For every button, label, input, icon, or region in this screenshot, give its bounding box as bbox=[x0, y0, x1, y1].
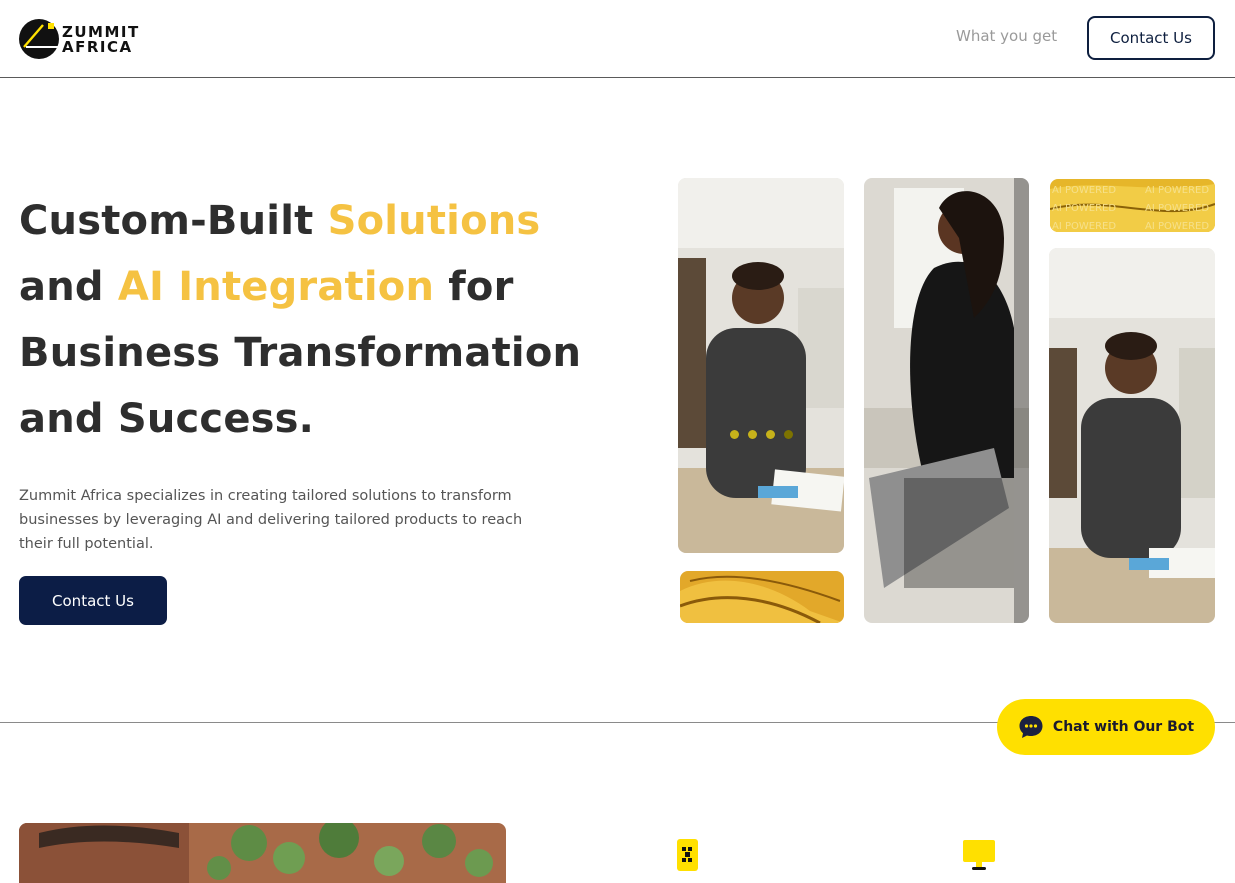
zummit-logo-icon bbox=[19, 19, 59, 59]
hero-title: Custom-Built Solutions and AI Integratio… bbox=[19, 188, 619, 452]
hero-contact-button[interactable]: Contact Us bbox=[19, 576, 167, 625]
nav-what-you-get[interactable]: What you get bbox=[956, 27, 1057, 45]
ai-powered-overlay-text: AI POWERED bbox=[1145, 185, 1209, 196]
carousel-dot[interactable] bbox=[748, 430, 757, 439]
title-highlight-solutions: Solutions bbox=[327, 198, 541, 244]
ai-powered-overlay-text: AI POWERED bbox=[1052, 203, 1116, 214]
carousel-dot[interactable] bbox=[766, 430, 775, 439]
feature-icon-phone bbox=[677, 839, 698, 875]
carousel-dot-active[interactable] bbox=[784, 430, 793, 439]
title-part: and bbox=[19, 264, 118, 310]
logo-line-2: AFRICA bbox=[62, 38, 133, 56]
chat-bot-label: Chat with Our Bot bbox=[1052, 719, 1195, 735]
title-highlight-ai: AI Integration bbox=[117, 264, 435, 310]
title-part: and Success. bbox=[19, 396, 315, 442]
hero-image-man-writing-2 bbox=[1049, 248, 1215, 623]
chat-bubble-icon bbox=[1019, 716, 1043, 738]
hero-image-man-writing bbox=[678, 178, 844, 553]
zummit-logo[interactable]: ZUMMIT AFRICA bbox=[18, 17, 142, 61]
title-part: Custom-Built bbox=[19, 198, 328, 244]
hero-image-woman-laptop bbox=[864, 178, 1029, 623]
monitor-icon bbox=[963, 840, 995, 870]
carousel-dot[interactable] bbox=[730, 430, 739, 439]
carousel-dots bbox=[730, 430, 793, 439]
ai-powered-overlay-text: AI POWERED bbox=[1145, 203, 1209, 214]
title-part: for bbox=[434, 264, 514, 310]
chat-bot-button[interactable]: Chat with Our Bot bbox=[997, 699, 1215, 755]
ai-powered-overlay-text: AI POWERED bbox=[1145, 221, 1209, 232]
phone-icon bbox=[677, 839, 698, 871]
header-contact-button[interactable]: Contact Us bbox=[1087, 16, 1215, 60]
hero-description: Zummit Africa specializes in creating ta… bbox=[19, 488, 523, 552]
section-image-plants bbox=[19, 823, 506, 883]
ai-powered-overlay-text: AI POWERED bbox=[1052, 221, 1116, 232]
hero-image-abstract-gold bbox=[680, 571, 844, 623]
feature-icon-monitor bbox=[963, 840, 995, 876]
title-part: Business Transformation bbox=[19, 330, 582, 376]
ai-powered-overlay-text: AI POWERED bbox=[1052, 185, 1116, 196]
hero-image-ai-powered: AI POWERED AI POWERED AI POWERED AI POWERED… bbox=[1050, 179, 1215, 232]
site-header: ZUMMIT AFRICA What you get Contact Us bbox=[0, 0, 1235, 78]
